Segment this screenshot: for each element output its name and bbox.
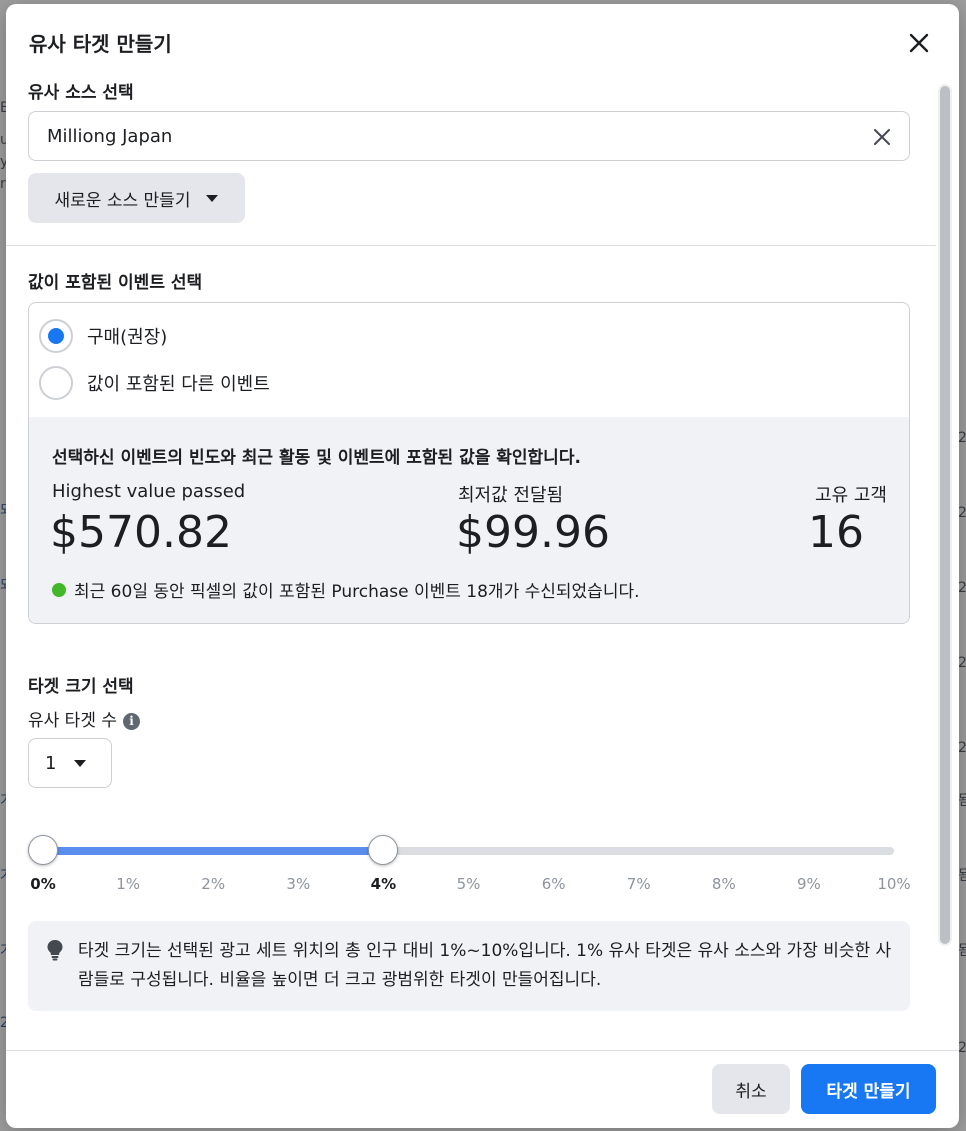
tip-text: 타겟 크기는 선택된 광고 세트 위치의 총 인구 대비 1%~10%입니다. … — [78, 941, 892, 990]
radio-unchecked-icon[interactable] — [39, 366, 73, 400]
create-source-button[interactable]: 새로운 소스 만들기 — [28, 173, 245, 223]
event-heading: 값이 포함된 이벤트 선택 — [28, 273, 203, 293]
create-source-label: 새로운 소스 만들기 — [54, 190, 191, 211]
count-label: 유사 타겟 수 — [28, 711, 118, 731]
cancel-button[interactable]: 취소 — [712, 1064, 790, 1114]
source-input-value: Milliong Japan — [47, 125, 173, 147]
status-dot-icon — [52, 582, 66, 597]
section-divider — [6, 245, 936, 246]
cancel-label: 취소 — [735, 1081, 767, 1102]
scrollbar-thumb[interactable] — [940, 86, 950, 944]
slider-tick-label: 0% — [30, 875, 56, 893]
event-stats-panel: 선택하신 이벤트의 빈도와 최근 활동 및 이벤트에 포함된 값을 확인합니다.… — [29, 417, 909, 623]
chevron-down-icon — [206, 194, 219, 202]
create-label: 타겟 만들기 — [826, 1081, 911, 1102]
slider-fill — [43, 847, 384, 855]
source-input[interactable]: Milliong Japan — [28, 111, 910, 161]
slider-tick-label: 4% — [370, 875, 397, 893]
stats-note: 최근 60일 동안 픽셀의 값이 포함된 Purchase 이벤트 18개가 수… — [52, 577, 640, 602]
slider-handle-end[interactable] — [368, 835, 399, 865]
lookalike-count-select[interactable]: 1 — [28, 738, 112, 788]
tip-box: 타겟 크기는 선택된 광고 세트 위치의 총 인구 대비 1%~10%입니다. … — [28, 921, 910, 1011]
radio-option-purchase[interactable]: 구매(권장) — [39, 319, 167, 353]
highest-value: $570.82 — [50, 507, 232, 558]
count-value: 1 — [45, 752, 57, 774]
slider-tick-label: 9% — [796, 875, 821, 893]
slider-tick-label: 1% — [116, 875, 140, 893]
radio-checked-icon[interactable] — [39, 319, 73, 353]
lowest-value: $99.96 — [456, 507, 610, 558]
chevron-down-icon — [74, 759, 87, 767]
slider-tick-label: 10% — [877, 875, 911, 893]
slider-handle-start[interactable] — [28, 835, 58, 865]
dialog-title: 유사 타겟 만들기 — [29, 32, 172, 56]
create-audience-button[interactable]: 타겟 만들기 — [801, 1064, 936, 1114]
stats-note-text: 최근 60일 동안 픽셀의 값이 포함된 Purchase 이벤트 18개가 수… — [74, 582, 640, 602]
lowest-value-label: 최저값 전달됨 — [458, 485, 564, 506]
slider-tick-label: 2% — [201, 875, 226, 893]
lookalike-audience-dialog: 유사 타겟 만들기 유사 소스 선택 Milliong Japan 새로운 소스… — [6, 4, 959, 1128]
count-label-row: 유사 타겟 수 i — [28, 706, 141, 731]
close-icon[interactable] — [904, 28, 934, 58]
stats-description: 선택하신 이벤트의 빈도와 최근 활동 및 이벤트에 포함된 값을 확인합니다. — [52, 448, 581, 468]
radio-option-other-event[interactable]: 값이 포함된 다른 이벤트 — [39, 366, 270, 400]
slider-tick-label: 5% — [456, 875, 481, 893]
radio-label: 값이 포함된 다른 이벤트 — [87, 374, 270, 395]
unique-customers-value: 16 — [808, 507, 864, 558]
slider-tick-label: 8% — [711, 875, 736, 893]
scrollbar[interactable] — [938, 84, 952, 946]
slider-tick-label: 3% — [286, 875, 311, 893]
size-heading: 타겟 크기 선택 — [28, 677, 134, 697]
info-icon[interactable]: i — [123, 712, 141, 730]
slider-tick-label: 7% — [626, 875, 651, 893]
slider-track[interactable] — [43, 847, 894, 855]
source-heading: 유사 소스 선택 — [28, 83, 134, 103]
slider-tick-label: 6% — [541, 875, 566, 893]
event-selection-box: 구매(권장) 값이 포함된 다른 이벤트 선택하신 이벤트의 빈도와 최근 활동… — [28, 302, 910, 624]
radio-label: 구매(권장) — [87, 327, 168, 348]
clear-icon[interactable] — [869, 124, 895, 150]
unique-customers-label: 고유 고객 — [815, 485, 887, 506]
highest-value-label: Highest value passed — [52, 481, 246, 502]
footer-divider — [6, 1050, 959, 1051]
lightbulb-icon — [47, 940, 63, 961]
